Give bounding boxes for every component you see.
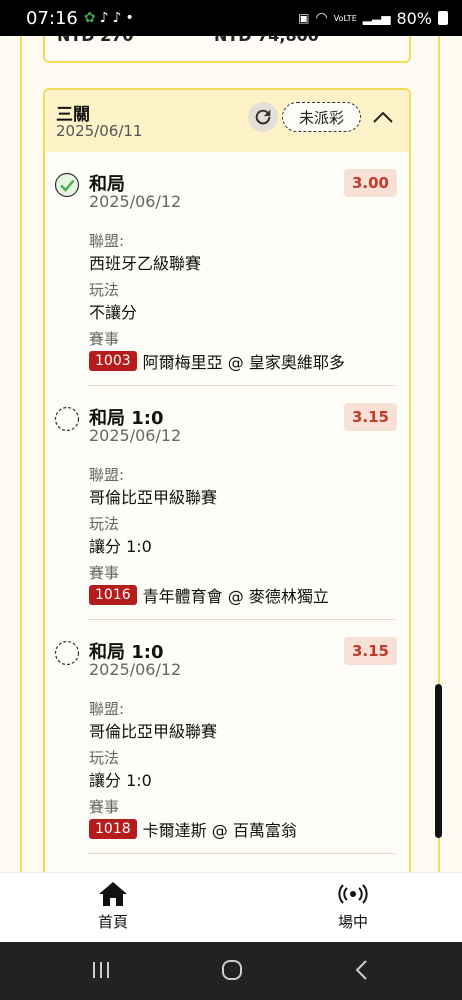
pending-circle-icon xyxy=(54,640,80,666)
bet-leg: 和局 1:0 2025/06/12 3.15 聯盟: 哥倫比亞甲級聯賽 玩法 讓… xyxy=(45,386,409,620)
check-circle-icon xyxy=(54,172,80,198)
prev-stake: NTD 270 xyxy=(57,36,134,45)
previous-bet-card: NTD 270 NTD 74,800 xyxy=(43,36,411,63)
refresh-icon xyxy=(255,109,271,125)
bottom-nav: 首頁 場中 xyxy=(0,872,462,942)
nav-home-label: 首頁 xyxy=(98,913,129,931)
pending-circle-icon xyxy=(54,406,80,432)
nav-live[interactable]: 場中 xyxy=(338,881,368,932)
match-id-badge: 1003 xyxy=(89,351,137,371)
match-teams: 阿爾梅里亞 @ 皇家奧維耶多 xyxy=(142,353,345,372)
lock-icon: ▣ xyxy=(298,11,310,25)
odds-badge: 3.15 xyxy=(343,403,397,431)
bet-header: 三關 2025/06/11 未派彩 xyxy=(45,90,409,152)
league-label: 聯盟: xyxy=(89,700,125,718)
wifi-icon: ◠ xyxy=(315,10,328,26)
main-content[interactable]: NTD 270 NTD 74,800 三關 2025/06/11 未派彩 和局 … xyxy=(0,36,462,872)
back-icon[interactable] xyxy=(352,956,372,984)
market-value: 讓分 1:0 xyxy=(89,771,152,790)
home-circle-icon[interactable] xyxy=(220,956,244,984)
match-id-badge: 1018 xyxy=(89,819,137,839)
signal-icon: ▂▃▅ xyxy=(362,11,391,25)
market-label: 玩法 xyxy=(89,515,120,533)
league-value: 西班牙乙級聯賽 xyxy=(89,254,202,273)
market-label: 玩法 xyxy=(89,749,120,767)
match-teams: 青年體育會 @ 麥德林獨立 xyxy=(142,587,329,606)
leg-date: 2025/06/12 xyxy=(89,426,182,445)
market-value: 讓分 1:0 xyxy=(89,537,152,556)
odds-badge: 3.00 xyxy=(343,169,397,197)
tiktok-icon: ♪ xyxy=(99,10,109,26)
event-label: 賽事 xyxy=(89,564,120,582)
refresh-button[interactable] xyxy=(248,102,278,132)
battery-icon xyxy=(438,11,448,25)
bet-card: 三關 2025/06/11 未派彩 和局 2025/06/12 3.00 聯盟:… xyxy=(43,88,411,872)
battery-percent: 80% xyxy=(396,8,432,28)
notification-icons: ✿ ♪ ♪ • xyxy=(84,10,134,26)
event-row: 1018 卡爾達斯 @ 百萬富翁 xyxy=(89,817,297,841)
market-label: 玩法 xyxy=(89,281,120,299)
home-icon xyxy=(99,882,127,906)
market-value: 不讓分 xyxy=(89,303,138,322)
nav-live-label: 場中 xyxy=(338,913,369,931)
nav-home[interactable]: 首頁 xyxy=(98,881,128,932)
league-value: 哥倫比亞甲級聯賽 xyxy=(89,488,218,507)
bet-date: 2025/06/11 xyxy=(56,122,143,140)
scrollbar-thumb[interactable] xyxy=(435,684,442,838)
volte-label: VoLTE xyxy=(333,13,357,23)
league-value: 哥倫比亞甲級聯賽 xyxy=(89,722,218,741)
more-dot-icon: • xyxy=(125,10,134,26)
match-id-badge: 1016 xyxy=(89,585,137,605)
bet-leg: 和局 2025/06/12 3.00 聯盟: 西班牙乙級聯賽 玩法 不讓分 賽事… xyxy=(45,152,409,386)
prev-payout: NTD 74,800 xyxy=(214,36,319,45)
leg-divider xyxy=(88,853,395,854)
live-broadcast-icon xyxy=(338,884,368,904)
odds-badge: 3.15 xyxy=(343,637,397,665)
tiktok-icon-2: ♪ xyxy=(112,10,122,26)
event-label: 賽事 xyxy=(89,330,120,348)
status-bar: 07:16 ✿ ♪ ♪ • ▣ ◠ VoLTE ▂▃▅ 80% xyxy=(0,0,462,36)
payout-status-badge: 未派彩 xyxy=(282,102,361,132)
recent-apps-icon[interactable] xyxy=(90,956,112,984)
bet-leg: 和局 1:0 2025/06/12 3.15 聯盟: 哥倫比亞甲級聯賽 玩法 讓… xyxy=(45,620,409,854)
status-time: 07:16 xyxy=(26,7,78,29)
event-row: 1003 阿爾梅里亞 @ 皇家奧維耶多 xyxy=(89,349,345,373)
collapse-button[interactable] xyxy=(368,104,398,130)
leg-date: 2025/06/12 xyxy=(89,192,182,211)
system-nav-bar xyxy=(0,942,462,1000)
league-label: 聯盟: xyxy=(89,466,125,484)
league-label: 聯盟: xyxy=(89,232,125,250)
event-row: 1016 青年體育會 @ 麥德林獨立 xyxy=(89,583,329,607)
app-leaf-icon: ✿ xyxy=(83,10,96,26)
chevron-up-icon xyxy=(373,111,393,123)
leg-date: 2025/06/12 xyxy=(89,660,182,679)
match-teams: 卡爾達斯 @ 百萬富翁 xyxy=(142,821,297,840)
event-label: 賽事 xyxy=(89,798,120,816)
